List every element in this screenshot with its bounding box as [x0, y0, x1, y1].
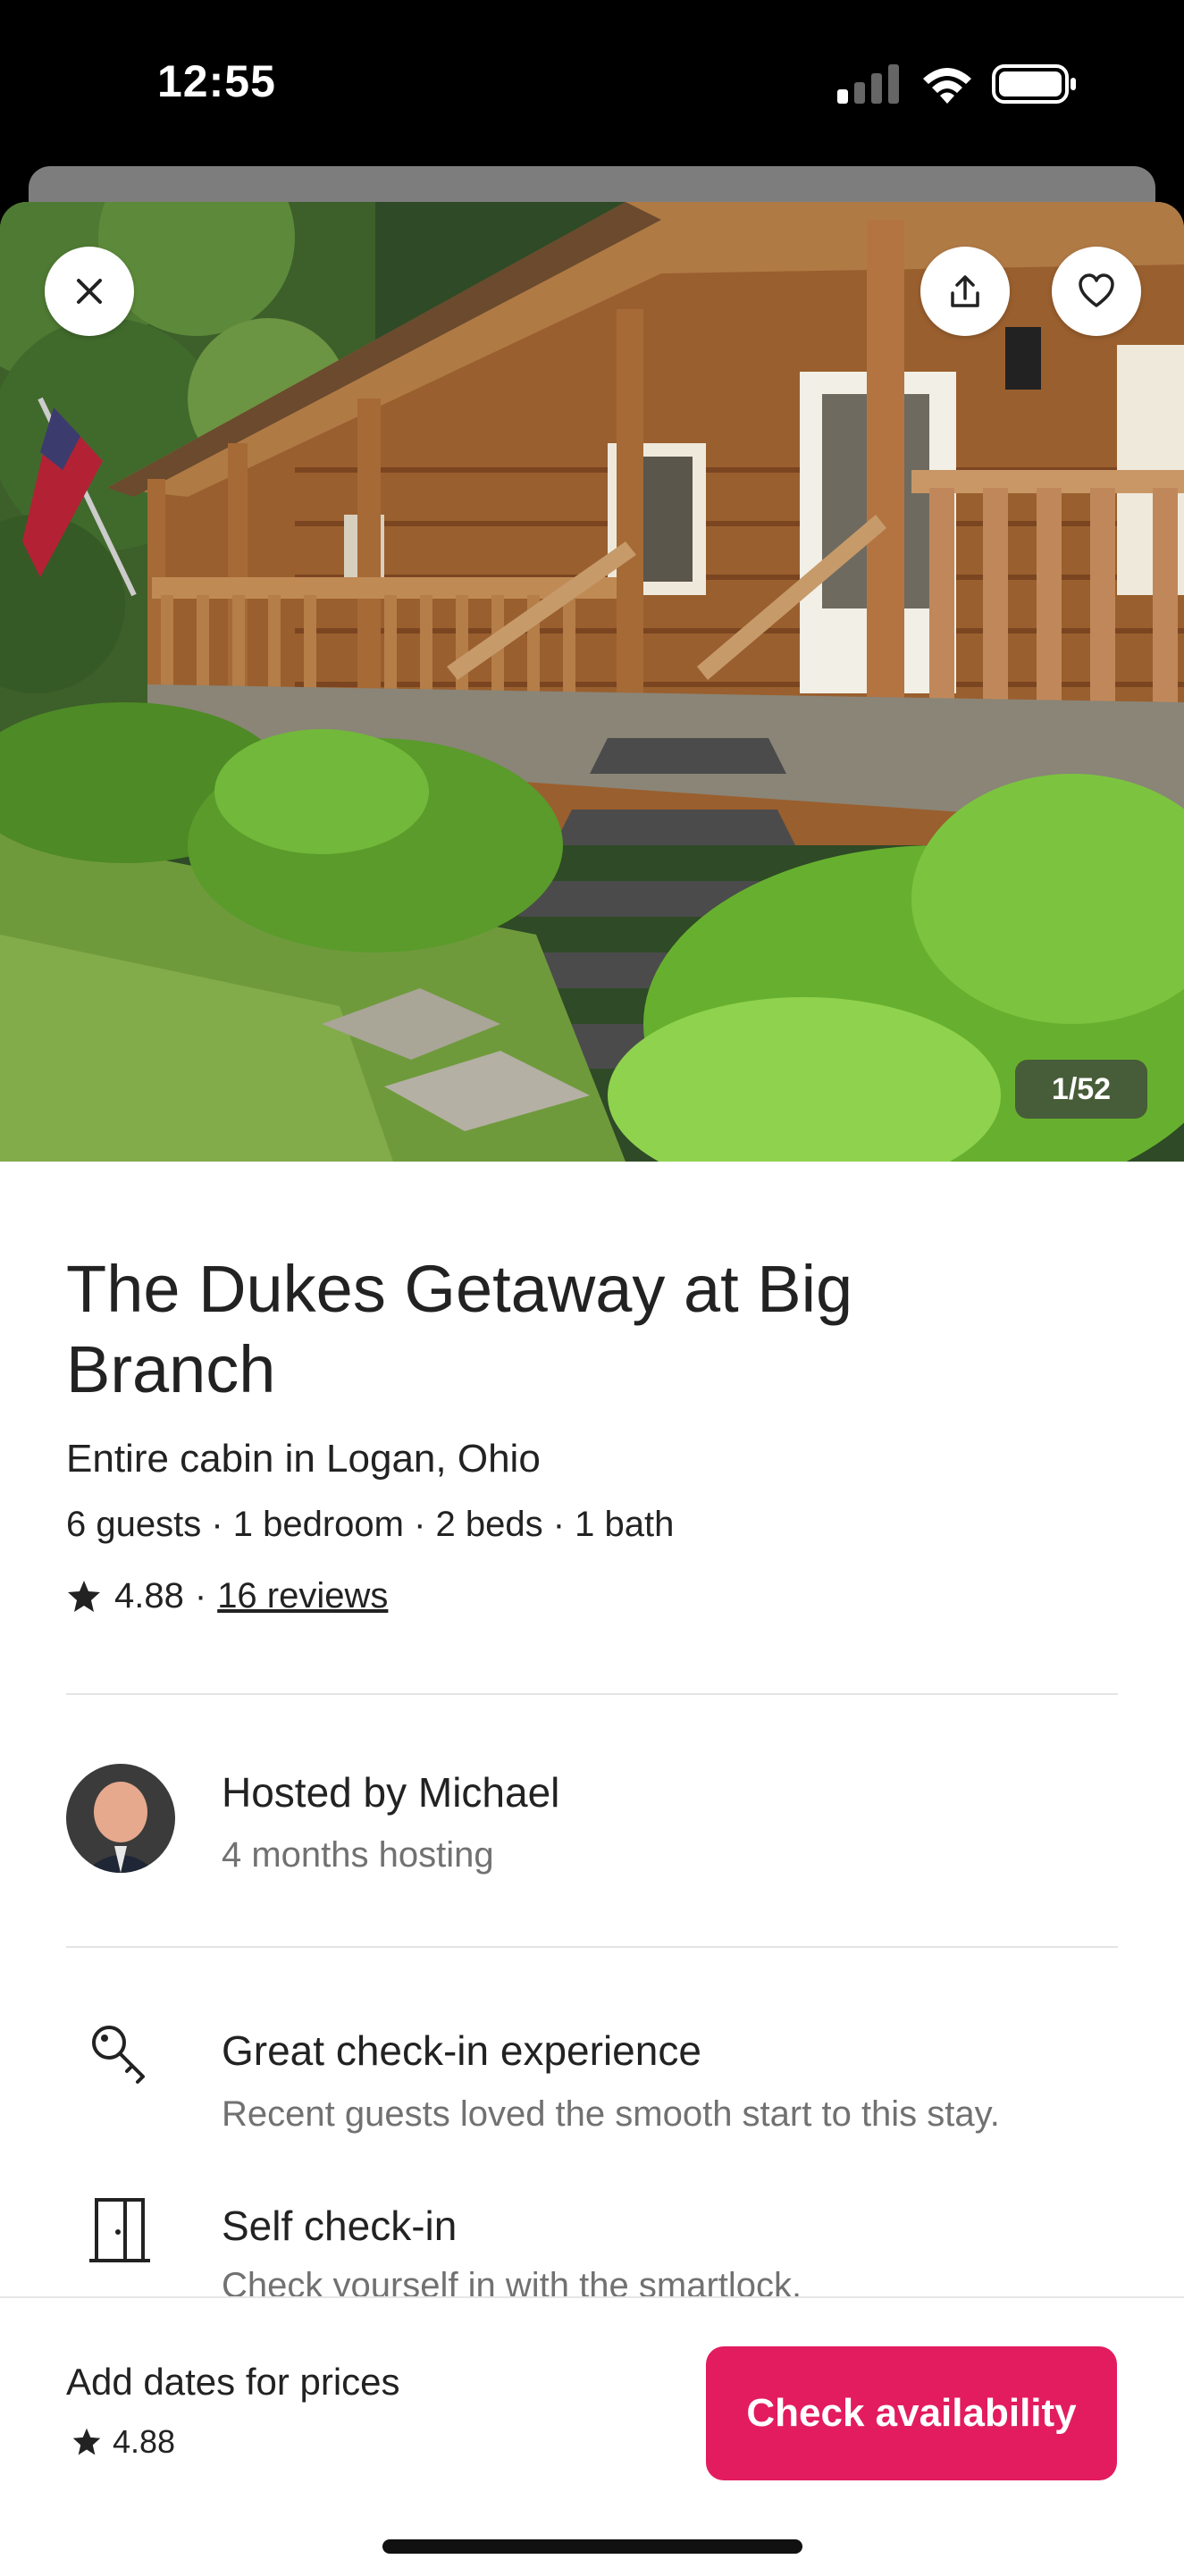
status-time: 12:55 [157, 56, 276, 106]
feature-description: Recent guests loved the smooth start to … [222, 2094, 1000, 2134]
divider [66, 1946, 1118, 1948]
footer-rating-value: 4.88 [113, 2423, 176, 2460]
host-avatar[interactable] [66, 1764, 175, 1873]
save-to-wishlist-button[interactable] [1052, 247, 1141, 336]
rating-separator: · [194, 1576, 207, 1615]
listing-subtitle: Entire cabin in Logan, Ohio [66, 1437, 541, 1481]
cellular-signal-icon [837, 64, 899, 104]
footer-rating: 4.88 [71, 2423, 175, 2461]
key-icon [92, 2026, 145, 2084]
listing-photo[interactable]: 1/52 [0, 202, 1184, 1162]
battery-icon [992, 64, 1076, 104]
feature-title: Self check-in [222, 2203, 458, 2249]
rating-value: 4.88 [114, 1576, 184, 1615]
check-availability-button[interactable]: Check availability [706, 2346, 1117, 2480]
cabin-photo [0, 202, 1184, 1162]
divider [66, 1693, 1118, 1695]
door-icon [89, 2198, 150, 2262]
booking-footer: Add dates for prices 4.88 Check availabi… [0, 2296, 1184, 2576]
star-icon [68, 1580, 100, 1612]
host-photo [66, 1764, 175, 1873]
wifi-icon [923, 68, 971, 104]
close-button[interactable] [45, 247, 134, 336]
close-icon [77, 279, 102, 304]
star-icon [72, 2428, 101, 2455]
share-icon [951, 275, 979, 307]
rating-row: 4.88 · 16 reviews [66, 1576, 388, 1616]
reviews-link[interactable]: 16 reviews [217, 1576, 388, 1616]
share-button[interactable] [920, 247, 1010, 336]
heart-icon [1079, 273, 1114, 307]
home-indicator[interactable] [382, 2539, 802, 2554]
price-prompt[interactable]: Add dates for prices [66, 2361, 400, 2404]
status-bar: 12:55 [0, 0, 1184, 170]
feature-title: Great check-in experience [222, 2027, 701, 2074]
listing-sheet: 1/52 The Dukes Getaway at Big Branch Ent… [0, 202, 1184, 2574]
listing-title: The Dukes Getaway at Big Branch [66, 1252, 853, 1406]
host-tenure: 4 months hosting [222, 1835, 494, 1875]
photo-counter: 1/52 [1015, 1060, 1147, 1119]
listing-capacity: 6 guests · 1 bedroom · 2 beds · 1 bath [66, 1505, 675, 1544]
host-name[interactable]: Hosted by Michael [222, 1768, 559, 1817]
